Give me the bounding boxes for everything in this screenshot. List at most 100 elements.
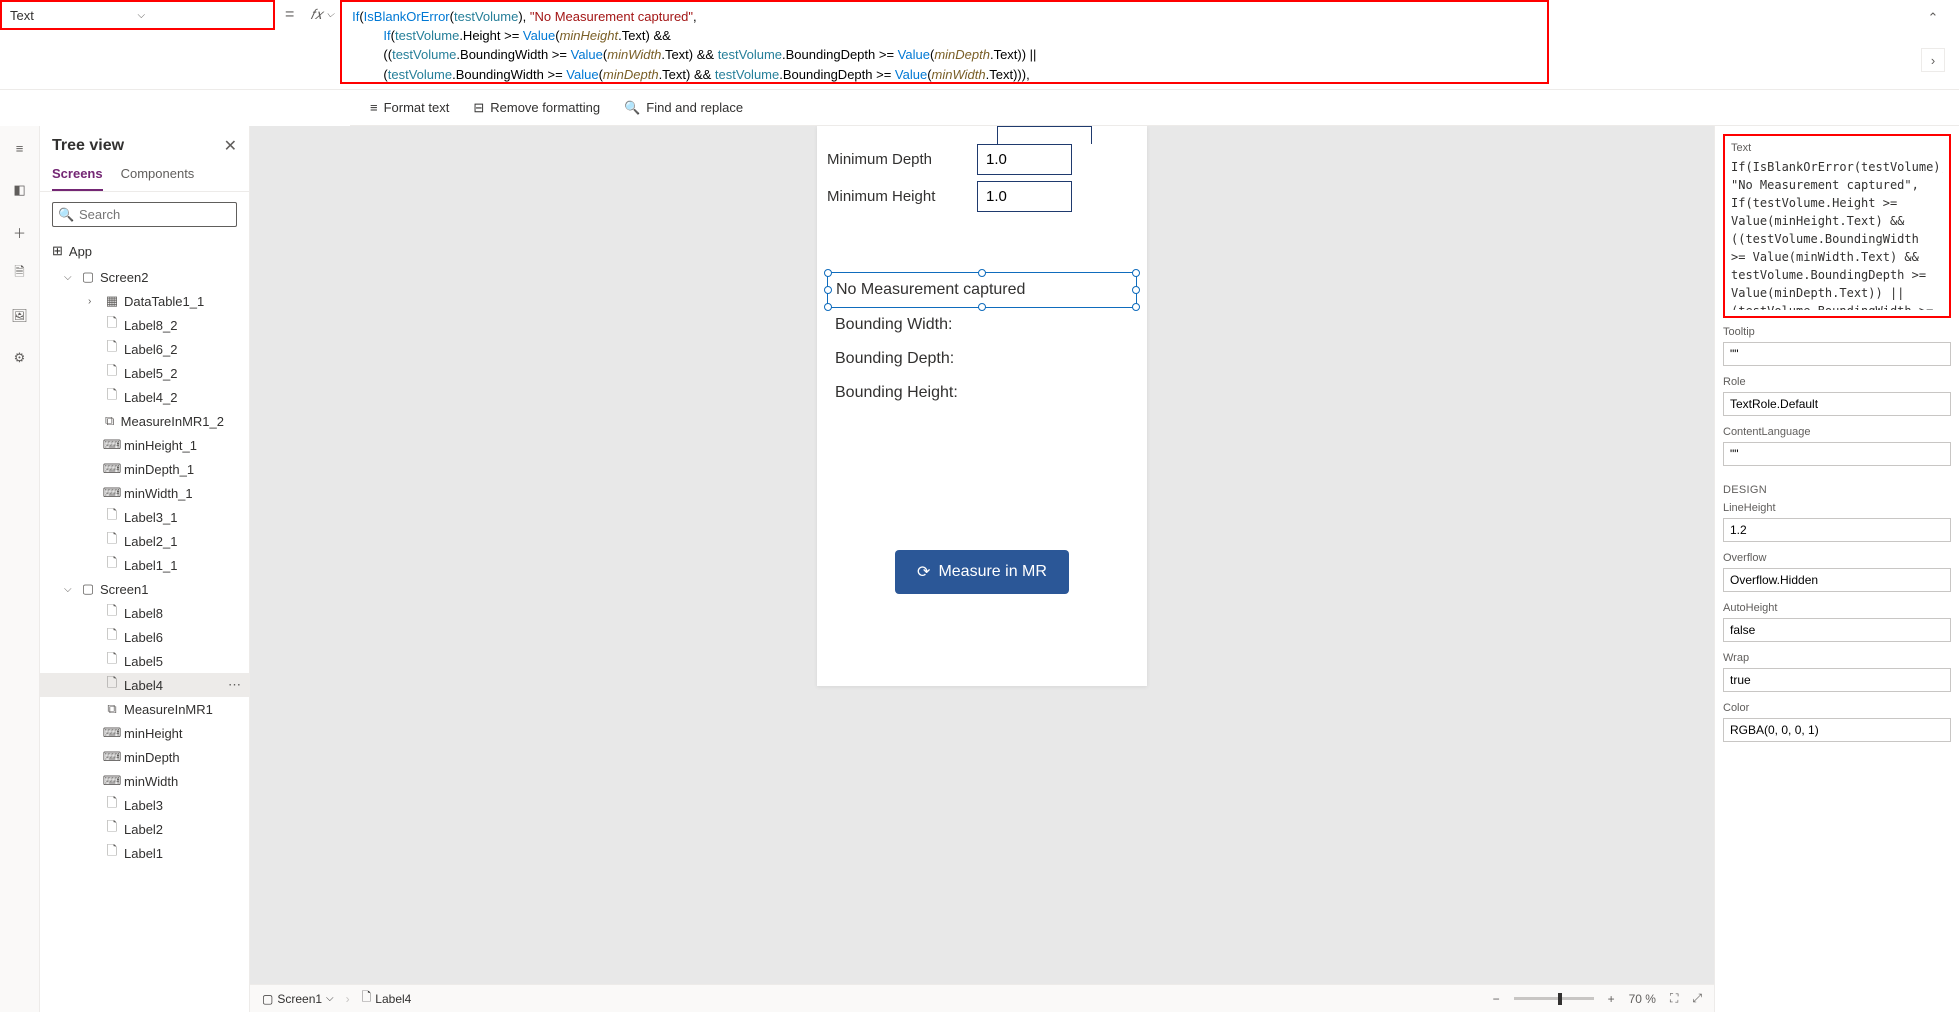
prop-contentlang-input[interactable] <box>1723 442 1951 466</box>
screen-icon: ▢ <box>262 992 273 1006</box>
prop-contentlang-label: ContentLanguage <box>1723 426 1951 438</box>
tree-node-minDepth[interactable]: ⌨minDepth⋯ <box>40 745 249 769</box>
result-label[interactable]: No Measurement captured <box>827 272 1137 308</box>
label-icon: 🗋 <box>104 317 120 333</box>
prop-wrap-input[interactable] <box>1723 668 1951 692</box>
tree-node-Label8[interactable]: 🗋Label8⋯ <box>40 601 249 625</box>
selection-handle[interactable] <box>1132 303 1140 311</box>
tree-view-title: Tree view <box>52 137 124 155</box>
prop-color-input[interactable] <box>1723 718 1951 742</box>
tree-node-Label5_2[interactable]: 🗋Label5_2⋯ <box>40 361 249 385</box>
tree-node-Label6[interactable]: 🗋Label6⋯ <box>40 625 249 649</box>
tree-node-label: Label4_2 <box>124 390 178 405</box>
selection-handle[interactable] <box>824 269 832 277</box>
tree-node-minHeight[interactable]: ⌨minHeight⋯ <box>40 721 249 745</box>
prop-role-input[interactable] <box>1723 392 1951 416</box>
tree-node-label: DataTable1_1 <box>124 294 204 309</box>
chevron-icon: ⌵ <box>64 272 76 283</box>
tree-node-minWidth_1[interactable]: ⌨minWidth_1⋯ <box>40 481 249 505</box>
zoom-out-icon[interactable]: − <box>1493 992 1500 1006</box>
selection-handle[interactable] <box>1132 286 1140 294</box>
tree-node-Label1[interactable]: 🗋Label1⋯ <box>40 841 249 865</box>
tree-node-Label1_1[interactable]: 🗋Label1_1⋯ <box>40 553 249 577</box>
tree-node-Label4_2[interactable]: 🗋Label4_2⋯ <box>40 385 249 409</box>
tree-node-minWidth[interactable]: ⌨minWidth⋯ <box>40 769 249 793</box>
prop-overflow-input[interactable] <box>1723 568 1951 592</box>
rail-insert-icon[interactable]: ＋ <box>8 220 32 244</box>
screen-icon: ▢ <box>80 269 96 285</box>
prop-text-value[interactable]: If(IsBlankOrError(testVolume), "No Measu… <box>1731 158 1943 310</box>
tree-node-Label4[interactable]: 🗋Label4⋯ <box>40 673 249 697</box>
rail-tree-icon[interactable]: ◧ <box>8 178 32 202</box>
tree-node-label: minWidth_1 <box>124 486 193 501</box>
selection-handle[interactable] <box>824 303 832 311</box>
formula-next-icon[interactable]: › <box>1921 48 1945 72</box>
tree-node-MeasureInMR1[interactable]: ⧉MeasureInMR1⋯ <box>40 697 249 721</box>
zoom-value: 70 % <box>1629 992 1656 1006</box>
label-icon: 🗋 <box>104 797 120 813</box>
tree-node-Label3_1[interactable]: 🗋Label3_1⋯ <box>40 505 249 529</box>
formula-collapse-icon[interactable]: ⌃ <box>1921 6 1945 30</box>
tree-node-label: minDepth <box>124 750 180 765</box>
prop-text-label: Text <box>1731 142 1943 154</box>
min-height-input[interactable] <box>977 181 1072 212</box>
fit-icon[interactable]: ⛶ <box>1670 991 1678 1006</box>
search-icon: 🔍 <box>624 100 640 116</box>
tree-node-minDepth_1[interactable]: ⌨minDepth_1⋯ <box>40 457 249 481</box>
fullscreen-icon[interactable]: ⤢ <box>1692 991 1702 1006</box>
canvas-device[interactable]: Minimum Depth Minimum Height No Measurem… <box>817 126 1147 686</box>
prop-tooltip-label: Tooltip <box>1723 326 1951 338</box>
tree-node-MeasureInMR1_2[interactable]: ⧉MeasureInMR1_2⋯ <box>40 409 249 433</box>
format-icon: ≡ <box>370 100 378 115</box>
breadcrumb-screen[interactable]: ▢ Screen1 ⌵ <box>262 992 334 1006</box>
tree-node-label: Screen1 <box>100 582 148 597</box>
fx-label[interactable]: 𝑓𝑥⌵ <box>304 6 340 23</box>
more-icon[interactable]: ⋯ <box>228 677 241 693</box>
tree-close-icon[interactable]: ✕ <box>224 136 237 156</box>
component-icon: ⧉ <box>104 701 120 717</box>
tree-node-label: Label1 <box>124 846 163 861</box>
tree-node-Label3[interactable]: 🗋Label3⋯ <box>40 793 249 817</box>
tree-node-label: Label8_2 <box>124 318 178 333</box>
selection-handle[interactable] <box>978 303 986 311</box>
tree-node-Screen2[interactable]: ⌵▢Screen2⋯ <box>40 265 249 289</box>
selection-handle[interactable] <box>978 269 986 277</box>
zoom-slider[interactable] <box>1514 997 1594 1000</box>
rail-variables-icon[interactable]: ⚙ <box>8 346 32 370</box>
tree-node-Label5[interactable]: 🗋Label5⋯ <box>40 649 249 673</box>
tree-node-minHeight_1[interactable]: ⌨minHeight_1⋯ <box>40 433 249 457</box>
tree-node-Label2_1[interactable]: 🗋Label2_1⋯ <box>40 529 249 553</box>
zoom-in-icon[interactable]: + <box>1608 992 1615 1006</box>
tree-node-Label6_2[interactable]: 🗋Label6_2⋯ <box>40 337 249 361</box>
prop-lineheight-input[interactable] <box>1723 518 1951 542</box>
tree-search-input[interactable] <box>52 202 237 227</box>
tab-screens[interactable]: Screens <box>52 160 103 191</box>
tab-components[interactable]: Components <box>121 160 195 191</box>
selection-handle[interactable] <box>1132 269 1140 277</box>
rail-hamburger-icon[interactable]: ≡ <box>8 136 32 160</box>
find-replace-action[interactable]: 🔍 Find and replace <box>624 100 743 116</box>
property-selector[interactable]: Text ⌵ <box>0 0 275 30</box>
input-icon: ⌨ <box>104 437 120 453</box>
rail-data-icon[interactable]: 🗎 <box>8 262 32 286</box>
format-text-action[interactable]: ≡ Format text <box>370 100 449 115</box>
prop-tooltip-input[interactable] <box>1723 342 1951 366</box>
breadcrumb-control[interactable]: 🗋 Label4 <box>362 988 412 1009</box>
tree-node-Label2[interactable]: 🗋Label2⋯ <box>40 817 249 841</box>
prop-autoheight-input[interactable] <box>1723 618 1951 642</box>
input-icon: ⌨ <box>104 773 120 789</box>
rail-media-icon[interactable]: 🖼 <box>8 304 32 328</box>
tree-node-DataTable1_1[interactable]: ›▦DataTable1_1⋯ <box>40 289 249 313</box>
min-depth-input[interactable] <box>977 144 1072 175</box>
measure-in-mr-button[interactable]: ⟳ Measure in MR <box>895 550 1069 594</box>
tree-node-label: Label6 <box>124 630 163 645</box>
tree-node-Screen1[interactable]: ⌵▢Screen1⋯ <box>40 577 249 601</box>
tree-app-node[interactable]: ⊞ App <box>40 237 249 265</box>
chevron-icon: ⌵ <box>64 584 76 595</box>
tree-node-Label8_2[interactable]: 🗋Label8_2⋯ <box>40 313 249 337</box>
label-icon: 🗋 <box>104 389 120 405</box>
remove-formatting-action[interactable]: ⊟ Remove formatting <box>473 100 600 116</box>
formula-bar[interactable]: If(IsBlankOrError(testVolume), "No Measu… <box>340 0 1549 84</box>
app-icon: ⊞ <box>52 243 63 259</box>
selection-handle[interactable] <box>824 286 832 294</box>
